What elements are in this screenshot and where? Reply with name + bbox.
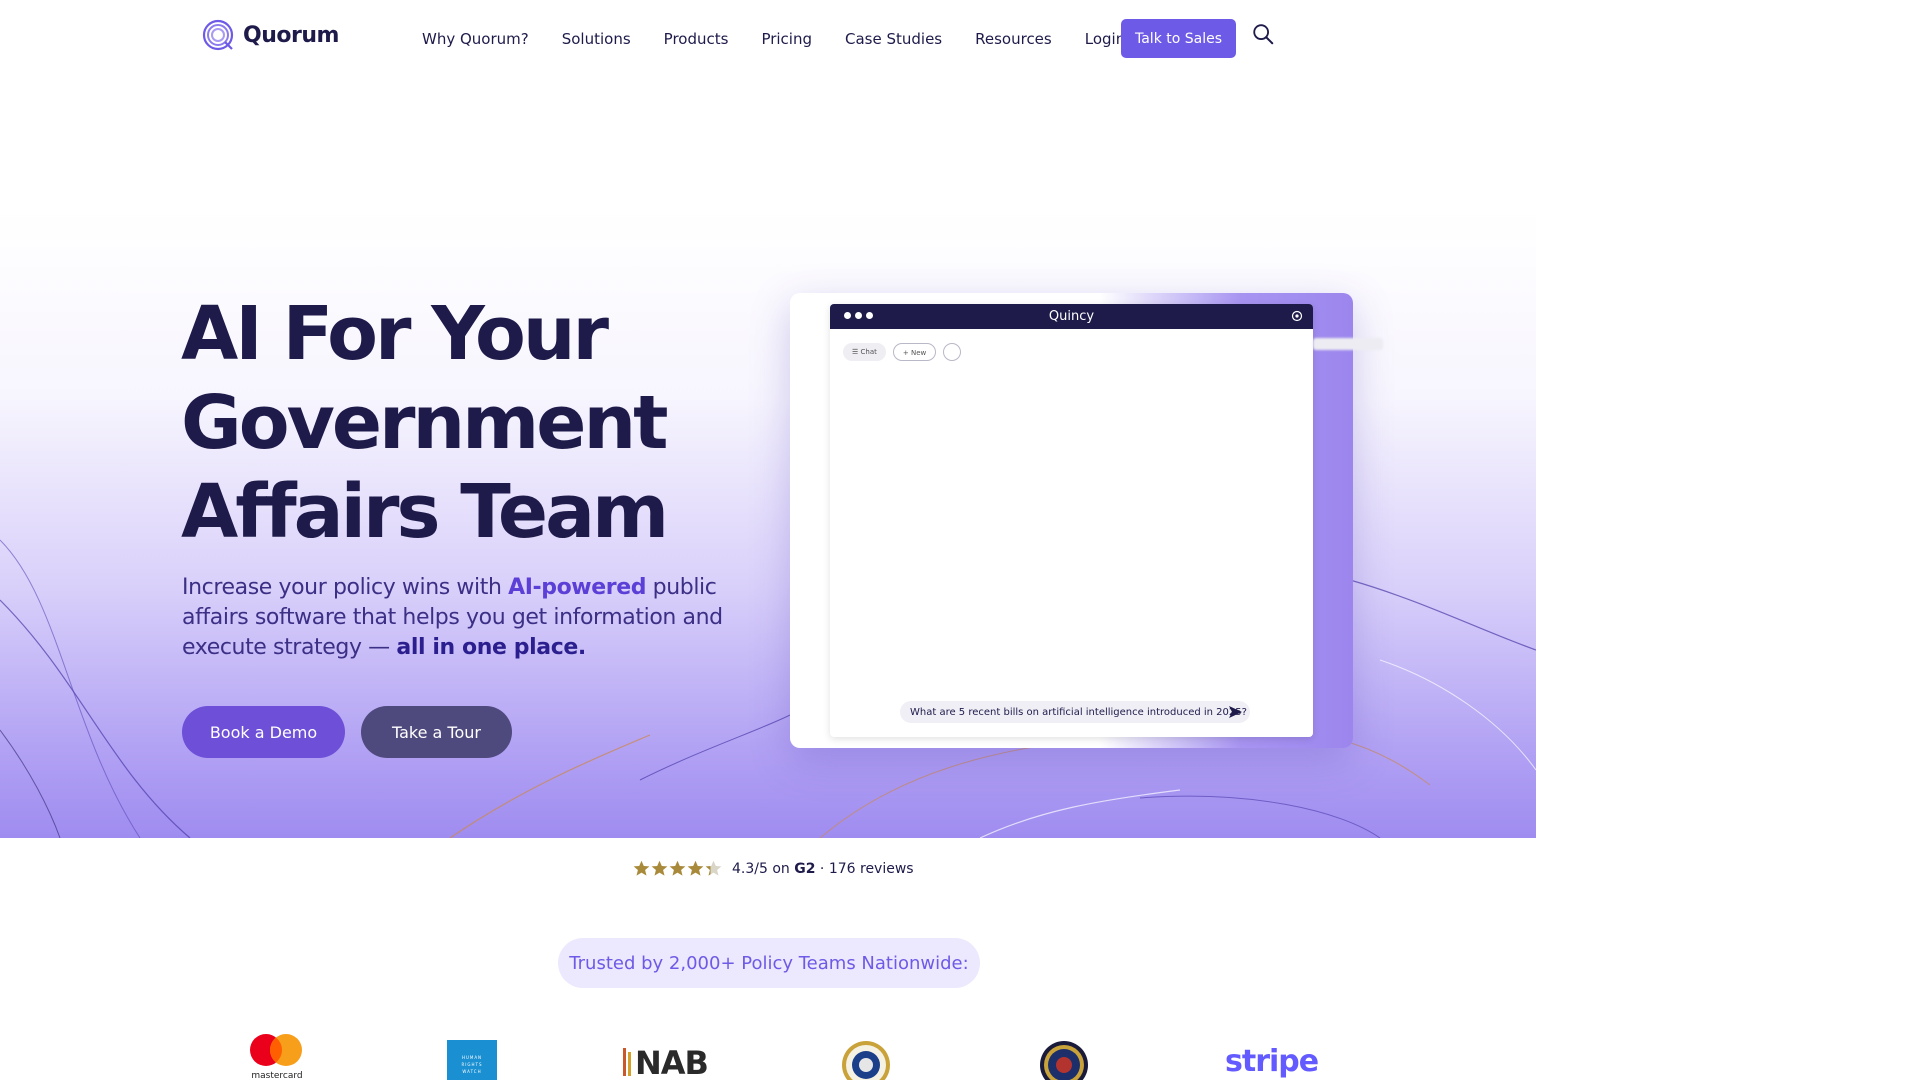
nav-login[interactable]: Login [1085, 28, 1125, 50]
product-mockup: Quincy ☰ Chat + New What are 5 recent bi… [790, 293, 1383, 748]
star-icon [669, 860, 686, 876]
new-chat-pill: + New [892, 343, 937, 361]
government-seal-icon [842, 1041, 890, 1080]
hrw-line-3: WATCH [462, 1069, 482, 1074]
quincy-prompt-box: What are 5 recent bills on artificial in… [900, 701, 1250, 723]
nav-why-quorum[interactable]: Why Quorum? [422, 28, 529, 50]
trusted-text: Trusted by 2,000+ Policy Teams Nationwid… [569, 952, 969, 974]
quincy-prompt-text: What are 5 recent bills on artificial in… [910, 706, 1247, 718]
nav-links: Why Quorum? Solutions Products Pricing C… [422, 28, 1158, 50]
hero-subheading: Increase your policy wins with AI-powere… [182, 573, 752, 663]
settings-icon [1291, 310, 1303, 322]
quincy-title: Quincy [1048, 309, 1095, 324]
seal-logo-1 [841, 1040, 891, 1080]
quincy-window: Quincy ☰ Chat + New What are 5 recent bi… [830, 304, 1313, 737]
rating-platform: G2 [794, 860, 816, 877]
star-icon [687, 860, 704, 876]
nav-case-studies[interactable]: Case Studies [845, 28, 942, 50]
hrw-line-2: RIGHTS [461, 1062, 483, 1067]
rating-reviews: · 176 reviews [815, 860, 914, 877]
rating-on: on [767, 860, 795, 877]
nab-wordmark: NAB [635, 1044, 709, 1080]
quincy-toolbar: ☰ Chat + New [843, 343, 962, 361]
mastercard-wordmark: mastercard [251, 1071, 303, 1080]
stripe-logo: stripe [1225, 1044, 1319, 1079]
top-navigation: Quorum Why Quorum? Solutions Products Pr… [0, 0, 1920, 78]
chat-tab: ☰ Chat [843, 343, 886, 361]
customer-logos: mastercard HUMAN RIGHTS WATCH NAB stripe [0, 1030, 1536, 1080]
blurred-element [1313, 338, 1383, 350]
quorum-logo[interactable]: Quorum [201, 18, 339, 52]
headline-line-3: Affairs Team [181, 469, 669, 555]
search-button[interactable] [1250, 22, 1276, 48]
share-icon [943, 343, 962, 361]
quincy-titlebar: Quincy [830, 304, 1313, 329]
quorum-logo-icon [202, 19, 234, 51]
nav-resources[interactable]: Resources [975, 28, 1052, 50]
star-icon [705, 860, 722, 876]
chat-tab-label: Chat [860, 348, 877, 356]
subhead-highlight-ai: AI-powered [508, 575, 647, 600]
star-icon [633, 860, 650, 876]
hero-section: AI For Your Government Affairs Team Incr… [0, 210, 1536, 838]
talk-to-sales-button[interactable]: Talk to Sales [1121, 19, 1236, 58]
nav-pricing[interactable]: Pricing [761, 28, 812, 50]
rating-stars [633, 860, 722, 877]
agency-seal-icon [1040, 1041, 1088, 1080]
seal-logo-2 [1039, 1040, 1089, 1080]
subhead-highlight-one-place: all in one place. [396, 635, 586, 660]
book-a-demo-button[interactable]: Book a Demo [182, 706, 345, 758]
nav-products[interactable]: Products [664, 28, 729, 50]
human-rights-watch-logo: HUMAN RIGHTS WATCH [447, 1040, 497, 1080]
trusted-banner: Trusted by 2,000+ Policy Teams Nationwid… [558, 938, 980, 988]
star-icon [651, 860, 668, 876]
search-icon [1253, 24, 1274, 45]
rating-score: 4.3/5 [732, 860, 768, 877]
rating-text: 4.3/5 on G2 · 176 reviews [732, 861, 914, 877]
headline-line-1: AI For Your [181, 291, 609, 377]
headline-line-2: Government [181, 380, 669, 466]
hero-headline: AI For Your Government Affairs Team [181, 290, 741, 557]
brand-name: Quorum [243, 22, 339, 48]
g2-rating: 4.3/5 on G2 · 176 reviews [633, 860, 914, 877]
subhead-part-1: Increase your policy wins with [182, 575, 509, 600]
hrw-line-1: HUMAN [461, 1055, 483, 1060]
mastercard-logo: mastercard [244, 1030, 308, 1080]
send-icon [1229, 706, 1242, 718]
take-a-tour-button[interactable]: Take a Tour [361, 706, 512, 758]
nav-solutions[interactable]: Solutions [562, 28, 631, 50]
